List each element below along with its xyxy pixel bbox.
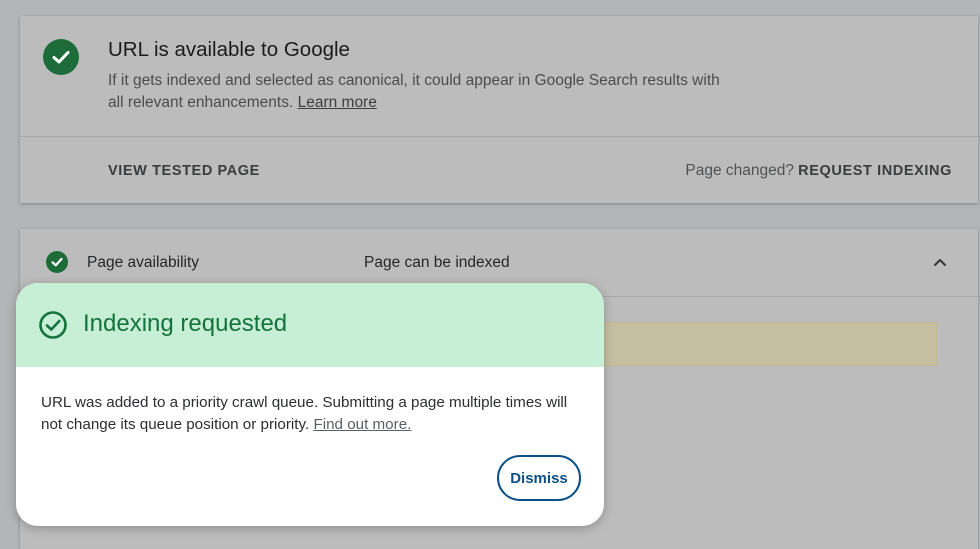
- dialog-title: Indexing requested: [83, 310, 288, 337]
- check-circle-icon: [43, 39, 79, 75]
- dialog-message-text: URL was added to a priority crawl queue.…: [41, 394, 568, 433]
- learn-more-link[interactable]: Learn more: [298, 94, 377, 111]
- find-out-more-link[interactable]: Find out more.: [313, 416, 411, 433]
- check-circle-outline-icon: [38, 310, 68, 340]
- check-circle-icon: [46, 251, 68, 273]
- url-status-description-text: If it gets indexed and selected as canon…: [108, 72, 720, 111]
- dismiss-button[interactable]: Dismiss: [497, 455, 581, 501]
- page-changed-label: Page changed?: [685, 162, 794, 179]
- url-status-card: URL is available to Google If it gets in…: [20, 16, 978, 203]
- chevron-up-icon[interactable]: [932, 254, 948, 270]
- page-availability-value: Page can be indexed: [364, 254, 510, 271]
- url-status-header: URL is available to Google If it gets in…: [20, 16, 978, 136]
- indexing-requested-dialog: Indexing requested URL was added to a pr…: [16, 283, 604, 526]
- page-availability-label: Page availability: [87, 254, 200, 271]
- view-tested-page-button[interactable]: VIEW TESTED PAGE: [108, 163, 260, 179]
- request-indexing-button[interactable]: REQUEST INDEXING: [798, 163, 952, 179]
- dialog-message: URL was added to a priority crawl queue.…: [41, 392, 586, 435]
- url-status-title: URL is available to Google: [108, 38, 350, 61]
- card-divider: [20, 136, 978, 137]
- dialog-header: Indexing requested: [16, 283, 604, 367]
- url-status-description: If it gets indexed and selected as canon…: [108, 70, 728, 113]
